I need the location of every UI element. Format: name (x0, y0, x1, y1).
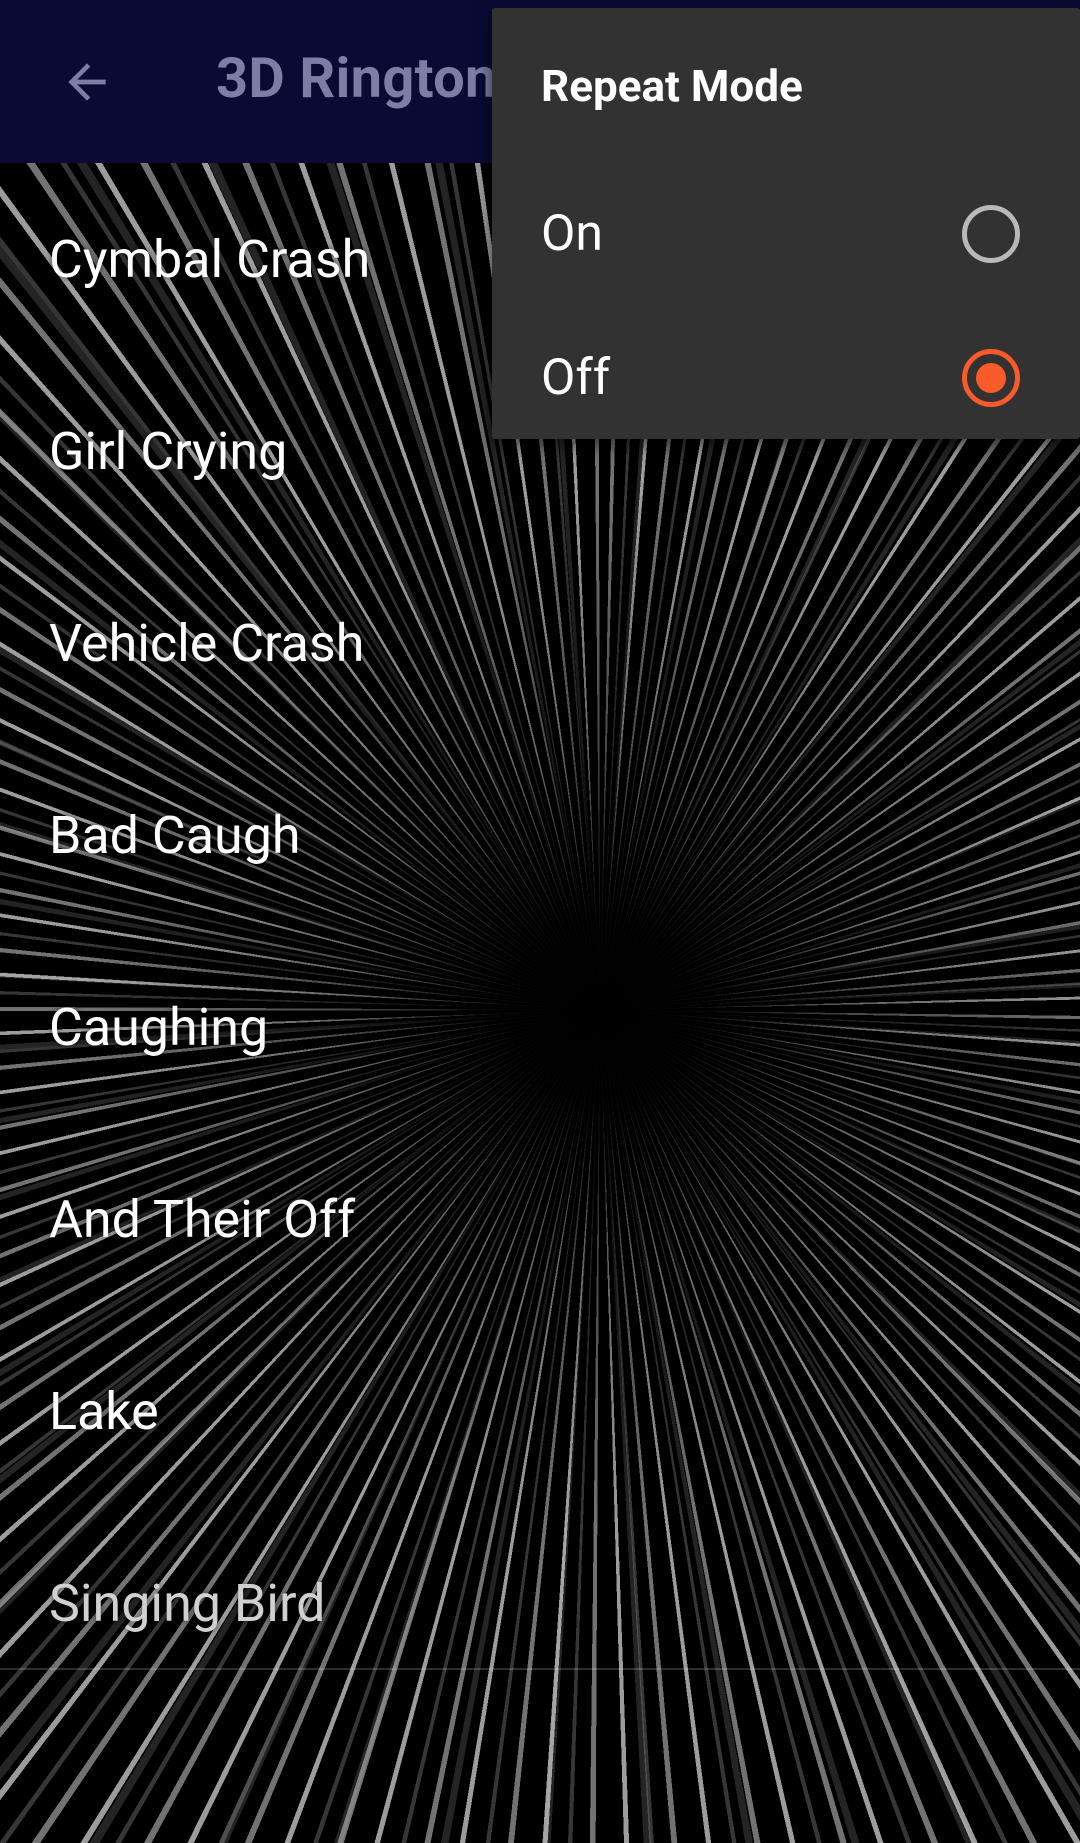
repeat-off-option[interactable]: Off (492, 308, 1080, 448)
arrow-left-icon (68, 63, 106, 101)
option-label: Off (541, 349, 611, 407)
list-item[interactable]: Caughing (0, 931, 1080, 1123)
app-screen: 3D Ringtones Cymbal Crash Girl Crying Ve… (0, 0, 1080, 1843)
radio-button-on[interactable] (962, 205, 1020, 263)
list-item-label: Vehicle Crash (49, 612, 365, 674)
list-item[interactable]: Lake (0, 1315, 1080, 1507)
list-item-label: Lake (49, 1380, 159, 1442)
repeat-mode-menu: Repeat Mode On Off (492, 8, 1080, 439)
option-label: On (541, 205, 604, 263)
list-item-label: Singing Bird (49, 1572, 326, 1634)
list-item[interactable]: Bad Caugh (0, 739, 1080, 931)
list-item-label: Bad Caugh (49, 804, 301, 866)
list-item-label: Caughing (49, 996, 269, 1058)
list-item-label: And Their Off (49, 1188, 356, 1250)
list-item-label: Cymbal Crash (49, 228, 371, 290)
repeat-on-option[interactable]: On (492, 164, 1080, 304)
list-item[interactable]: Vehicle Crash (0, 547, 1080, 739)
back-button[interactable] (42, 37, 132, 127)
list-divider (0, 1668, 1080, 1670)
list-item[interactable]: Singing Bird (0, 1507, 1080, 1699)
list-item[interactable]: And Their Off (0, 1123, 1080, 1315)
radio-button-off[interactable] (962, 349, 1020, 407)
list-item-label: Girl Crying (49, 420, 288, 482)
menu-title: Repeat Mode (541, 60, 803, 112)
